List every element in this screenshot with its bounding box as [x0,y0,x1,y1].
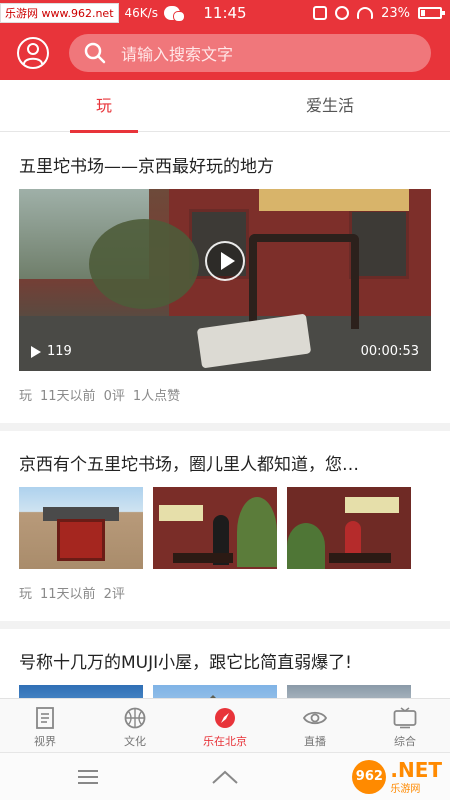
watermark-logo: 962 .NET 乐游网 [352,757,442,797]
meta-comments: 2评 [103,587,125,602]
image-detail [345,497,399,513]
gallery-image[interactable] [19,487,143,569]
tab-play[interactable]: 玩 [70,80,138,133]
play-button[interactable] [205,241,245,281]
document-icon [36,707,54,729]
app-header: 请输入搜索文字 [0,26,450,80]
video-scene-sign [259,189,409,211]
video-scene-tree [89,219,199,309]
feed-item-meta: 玩 11天以前 0评 1人点赞 [19,371,431,423]
video-thumbnail[interactable]: 119 00:00:53 [19,189,431,371]
feed-item-meta: 玩 11天以前 2评 [19,569,431,621]
gallery-image[interactable] [153,487,277,569]
gallery-image[interactable] [19,685,143,698]
image-detail [173,553,233,563]
status-bar: 乐游网 www.962.net 46K/s 11:45 23% [0,0,450,26]
feed-item[interactable]: 五里坨书场——京西最好玩的地方 119 00:00:53 玩 11天以前 0评 1人点… [0,133,450,423]
search-bar[interactable]: 请输入搜索文字 [69,34,431,72]
image-detail [329,553,391,563]
user-icon [23,43,43,65]
gallery-image[interactable] [153,685,277,698]
watermark-logo-number: 962 [352,760,387,794]
eye-icon [303,711,327,725]
nav-item-general[interactable]: 综合 [360,699,450,753]
nav-item-enjoy-beijing[interactable]: 乐在北京 [180,699,270,753]
image-gallery [19,685,431,698]
image-detail [287,523,325,569]
feed-list[interactable]: 五里坨书场——京西最好玩的地方 119 00:00:53 玩 11天以前 0评 1人点… [0,133,450,698]
feed-item[interactable]: 号称十几万的MUJI小屋，跟它比简直弱爆了! [0,629,450,698]
tv-icon [393,707,417,729]
bottom-nav: 视界 文化 乐在北京 直播 综合 [0,698,450,752]
gallery-image[interactable] [287,487,411,569]
system-nav-bar: 962 .NET 乐游网 [0,752,450,800]
nav-label: 直播 [304,735,326,748]
feed-item-title[interactable]: 五里坨书场——京西最好玩的地方 [19,133,431,189]
feed-item-title[interactable]: 号称十几万的MUJI小屋，跟它比简直弱爆了! [19,629,431,685]
basketball-icon [124,707,146,729]
search-icon [84,42,106,64]
watermark-sub-text: 乐游网 [390,783,421,795]
image-detail [237,497,277,567]
nav-label: 视界 [34,735,56,748]
nav-item-vision[interactable]: 视界 [0,699,90,753]
tab-bar: 玩 爱生活 [0,80,450,133]
nav-label: 综合 [394,735,416,748]
user-avatar-button[interactable] [17,37,49,69]
meta-time: 11天以前 [40,389,96,404]
feed-item[interactable]: 京西有个五里坨书场，圈儿里人都知道，您… 玩 11天以前 2评 [0,431,450,621]
wifi-icon [357,7,374,19]
vibrate-icon [313,6,328,20]
search-placeholder: 请输入搜索文字 [121,45,234,64]
home-icon[interactable] [211,769,239,785]
play-count-icon [31,345,41,358]
divider [0,621,450,629]
tab-love-life[interactable]: 爱生活 [290,80,370,132]
image-detail [57,519,105,561]
compass-icon [215,708,235,728]
meta-time: 11天以前 [40,587,96,602]
divider [0,423,450,431]
watermark-logo-text: .NET 乐游网 [390,760,442,795]
nav-label: 文化 [124,735,146,748]
meta-category: 玩 [19,587,33,602]
battery-icon [418,7,445,19]
watermark-net-text: .NET [390,757,442,782]
nav-item-live[interactable]: 直播 [270,699,360,753]
meta-comments: 0评 [103,389,125,404]
meta-category: 玩 [19,389,33,404]
alarm-icon [335,6,350,20]
video-duration: 00:00:53 [360,344,419,359]
battery-percent: 23% [381,5,410,21]
status-right: 23% [313,0,445,26]
menu-icon[interactable] [78,770,98,784]
gallery-image[interactable] [287,685,411,698]
nav-label: 乐在北京 [203,735,247,748]
nav-item-culture[interactable]: 文化 [90,699,180,753]
video-view-count: 119 [47,344,72,359]
image-detail [159,505,203,521]
video-views: 119 [31,344,72,359]
image-gallery [19,487,431,569]
feed-item-title[interactable]: 京西有个五里坨书场，圈儿里人都知道，您… [19,431,431,487]
meta-likes: 1人点赞 [132,389,181,404]
